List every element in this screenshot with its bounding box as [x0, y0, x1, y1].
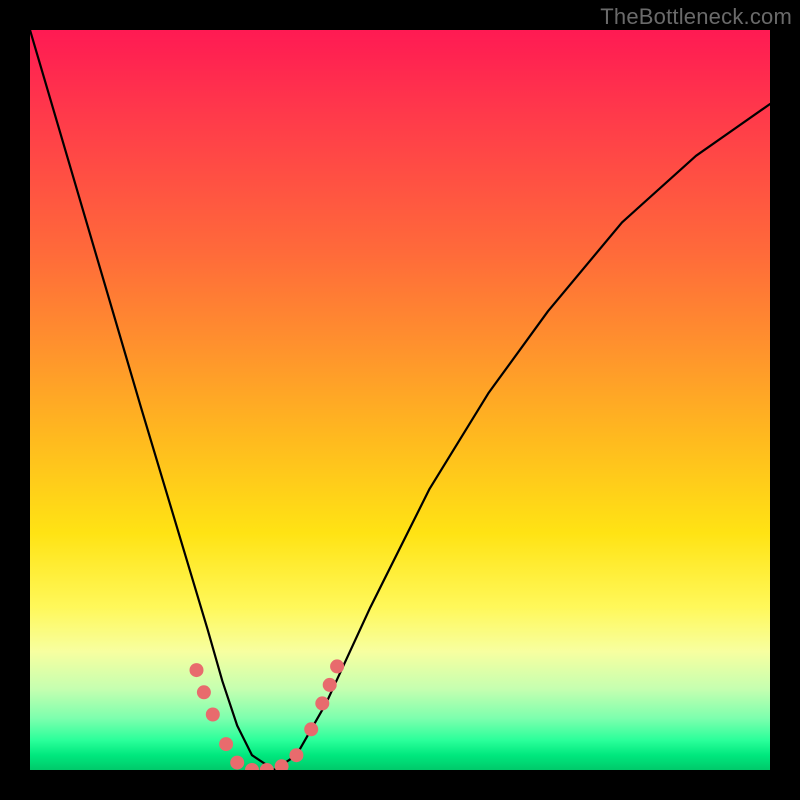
highlight-dot: [289, 748, 303, 762]
highlight-dot: [190, 663, 204, 677]
highlight-dot: [330, 659, 344, 673]
highlight-dot: [304, 722, 318, 736]
curve-svg: [30, 30, 770, 770]
bottleneck-curve: [30, 30, 770, 770]
highlight-dot: [219, 737, 233, 751]
watermark-text: TheBottleneck.com: [600, 4, 792, 30]
chart-frame: TheBottleneck.com: [0, 0, 800, 800]
highlight-dot: [260, 763, 274, 770]
highlight-dot: [323, 678, 337, 692]
highlight-dot: [230, 756, 244, 770]
highlight-dot: [197, 685, 211, 699]
highlight-dot: [245, 763, 259, 770]
highlight-dot: [315, 696, 329, 710]
plot-area: [30, 30, 770, 770]
highlight-markers: [190, 659, 345, 770]
highlight-dot: [206, 708, 220, 722]
